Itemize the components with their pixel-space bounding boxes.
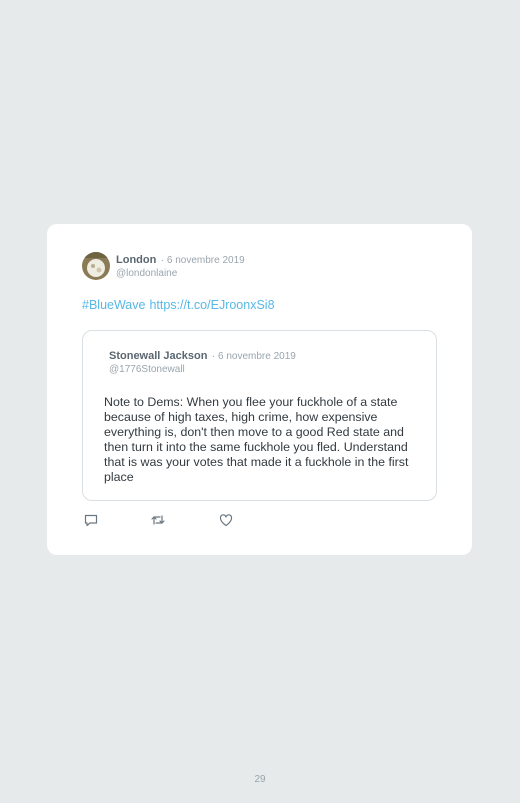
url-link[interactable]: https://t.co/EJroonxSi8 [149,298,274,312]
quoted-header: Stonewall Jackson · 6 novembre 2019 @177… [109,349,296,376]
quoted-date: · 6 novembre 2019 [211,351,296,362]
quoted-handle: @1776Stonewall [109,364,185,375]
tweet-text: #BlueWave https://t.co/EJroonxSi8 [82,298,279,312]
page-number: 29 [254,774,266,785]
tweet-date[interactable]: · 6 novembre 2019 [161,255,245,266]
author-name[interactable]: London [116,254,156,266]
reply-icon[interactable] [83,512,99,528]
tweet-card: London · 6 novembre 2019 @londonlaine #B… [47,224,472,555]
hashtag-link[interactable]: #BlueWave [82,298,145,312]
tweet-header: London · 6 novembre 2019 @londonlaine [116,253,245,280]
quoted-text: Note to Dems: When you flee your fuckhol… [104,395,409,484]
avatar-image [82,252,110,280]
avatar[interactable] [82,252,110,280]
retweet-icon[interactable] [150,512,166,528]
quoted-tweet[interactable]: Stonewall Jackson · 6 novembre 2019 @177… [82,330,437,501]
author-handle[interactable]: @londonlaine [116,268,245,280]
quoted-author-name: Stonewall Jackson [109,350,208,362]
like-icon[interactable] [218,512,234,528]
